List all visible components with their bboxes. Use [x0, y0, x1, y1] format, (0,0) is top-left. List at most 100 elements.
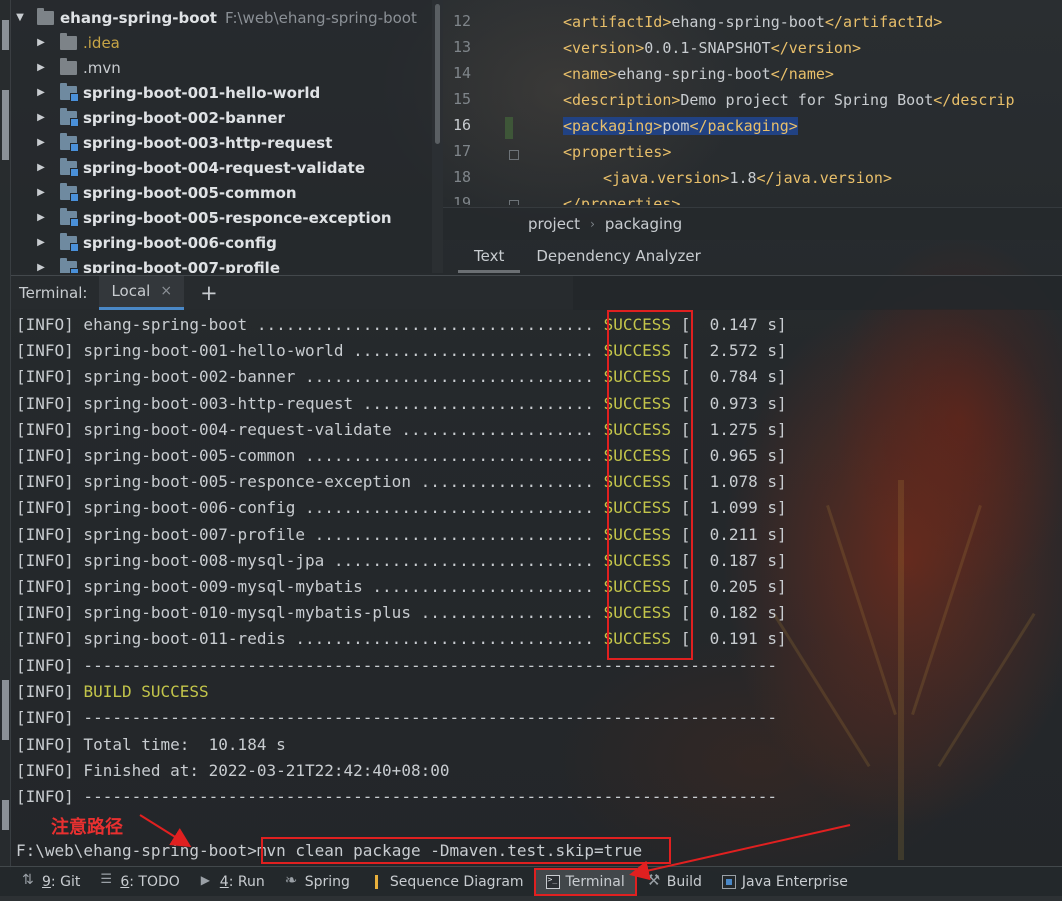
tree-item[interactable]: ▶ spring-boot-007-profile	[11, 255, 443, 273]
total-time-line: [INFO] Total time: 10.184 s	[16, 735, 286, 754]
tree-item-label: .mvn	[83, 58, 121, 77]
build-tool-button[interactable]: Build	[637, 867, 712, 897]
tree-item[interactable]: ▶ spring-boot-003-http-request	[11, 130, 443, 155]
success-highlight-box	[607, 310, 693, 660]
terminal-title: Terminal:	[19, 283, 88, 302]
code-line[interactable]: <java.version>1.8</java.version>	[603, 166, 892, 191]
expand-arrow-icon[interactable]: ▶	[36, 112, 46, 123]
java-enterprise-tool-button[interactable]: Java Enterprise	[712, 867, 858, 897]
status-bar	[0, 896, 1062, 901]
scrollbar-thumb[interactable]	[435, 4, 440, 144]
close-icon[interactable]: ×	[160, 275, 172, 307]
code-line-content: <description>Demo project for Spring Boo…	[563, 91, 1015, 109]
tree-item[interactable]: ▶ .idea	[11, 30, 443, 55]
folder-icon	[60, 57, 77, 75]
todo-icon	[100, 872, 114, 889]
tree-item-label: spring-boot-005-responce-exception	[83, 208, 392, 227]
xml-text: Demo project for Spring Boot	[680, 91, 934, 109]
code-line[interactable]: <description>Demo project for Spring Boo…	[563, 88, 1015, 113]
tree-item[interactable]: ▶ spring-boot-001-hello-world	[11, 80, 443, 105]
xml-tag: <name>	[563, 65, 618, 83]
fold-marker-icon[interactable]	[509, 200, 519, 205]
expand-arrow-icon[interactable]: ▶	[36, 162, 46, 173]
build-time: [ 0.973 s]	[680, 393, 787, 413]
todo-tool-button[interactable]: 6: TODO	[90, 867, 189, 897]
reactor-module: [INFO] spring-boot-006-config ..........…	[16, 498, 594, 518]
run-label: : Run	[228, 873, 265, 890]
project-tool-tab[interactable]	[2, 20, 9, 50]
code-line[interactable]: </properties>	[563, 192, 680, 205]
breadcrumb-item[interactable]: packaging	[605, 215, 682, 233]
tree-item-label: spring-boot-006-config	[83, 233, 277, 252]
tab-dependency-analyzer[interactable]: Dependency Analyzer	[520, 240, 716, 273]
left-tool-strip[interactable]	[0, 0, 11, 870]
xml-tag: <description>	[563, 91, 681, 109]
tree-item-label: spring-boot-003-http-request	[83, 133, 333, 152]
xml-tag: <version>	[563, 39, 645, 57]
run-key: 4	[219, 873, 229, 890]
todo-label: : TODO	[129, 873, 180, 890]
sequence-diagram-tool-button[interactable]: Sequence Diagram	[360, 867, 534, 897]
code-line[interactable]: <artifactId>ehang-spring-boot</artifactI…	[563, 10, 942, 35]
web-tool-tab[interactable]	[2, 800, 9, 830]
tree-item-label: spring-boot-002-banner	[83, 108, 285, 127]
todo-key: 6	[120, 873, 130, 890]
line-number: 19	[452, 194, 471, 205]
reactor-module: [INFO] spring-boot-005-responce-exceptio…	[16, 472, 594, 492]
spring-tool-button[interactable]: Spring	[275, 867, 360, 897]
tab-text[interactable]: Text	[458, 240, 521, 273]
fold-marker-icon[interactable]	[509, 150, 519, 160]
terminal-tool-button[interactable]: Terminal	[533, 867, 637, 896]
tree-item[interactable]: ▶ spring-boot-005-responce-exception	[11, 205, 443, 230]
divider-line: [INFO] ---------------------------------…	[16, 656, 777, 675]
expand-arrow-icon[interactable]: ▶	[36, 62, 46, 73]
git-tool-button[interactable]: 9: Git	[12, 867, 90, 897]
module-folder-icon	[60, 82, 79, 102]
build-time: [ 0.205 s]	[680, 577, 787, 596]
build-status: BUILD SUCCESS	[83, 682, 209, 701]
build-time: [ 0.187 s]	[680, 550, 787, 570]
code-line[interactable]: <packaging>pom</packaging>	[563, 114, 798, 139]
tree-root[interactable]: ▼ ehang-spring-boot F:\web\ehang-spring-…	[11, 5, 443, 30]
reactor-module: [INFO] spring-boot-002-banner ..........…	[16, 367, 594, 387]
expand-arrow-icon[interactable]: ▶	[36, 137, 46, 148]
add-tab-icon[interactable]: +	[200, 281, 218, 305]
expand-arrow-icon[interactable]: ▶	[36, 87, 46, 98]
terminal-output[interactable]: [INFO] ehang-spring-boot ...............…	[11, 310, 1062, 865]
tree-item-label: spring-boot-005-common	[83, 183, 297, 202]
build-prefix: [INFO]	[16, 682, 84, 701]
tree-item-label: spring-boot-004-request-validate	[83, 158, 365, 177]
tree-root-label: ehang-spring-boot	[60, 8, 217, 27]
code-line-content: <properties>	[563, 143, 671, 161]
expand-arrow-icon[interactable]: ▶	[36, 212, 46, 223]
code-line[interactable]: <name>ehang-spring-boot</name>	[563, 62, 834, 87]
reactor-module: [INFO] spring-boot-004-request-validate …	[16, 419, 594, 439]
editor-bottom-tabs: Text Dependency Analyzer	[443, 240, 1062, 273]
line-number: 16	[452, 116, 471, 134]
favorites-tool-tab[interactable]	[2, 680, 9, 740]
structure-tool-tab[interactable]	[2, 90, 9, 160]
code-editor[interactable]: 12 13 14 15 16 17 18 19 <artifactId>ehang-sprin…	[443, 0, 1062, 205]
expand-arrow-icon[interactable]: ▶	[36, 37, 46, 48]
reactor-module: [INFO] spring-boot-009-mysql-mybatis ...…	[16, 577, 594, 596]
project-tree-scrollbar[interactable]	[432, 0, 443, 273]
breadcrumb-item[interactable]: project	[528, 215, 580, 233]
xml-tag: </descrip	[933, 91, 1015, 109]
tree-item[interactable]: ▶ .mvn	[11, 55, 443, 80]
line-number: 18	[452, 168, 471, 186]
terminal-header-fill	[573, 276, 1062, 310]
tree-item[interactable]: ▶ spring-boot-005-common	[11, 180, 443, 205]
tab-local[interactable]: Local ×	[99, 275, 185, 310]
tree-item[interactable]: ▶ spring-boot-006-config	[11, 230, 443, 255]
code-line[interactable]: <version>0.0.1-SNAPSHOT</version>	[563, 36, 861, 61]
collapse-arrow-icon[interactable]: ▼	[15, 12, 25, 23]
tree-item[interactable]: ▶ spring-boot-002-banner	[11, 105, 443, 130]
expand-arrow-icon[interactable]: ▶	[36, 237, 46, 248]
tree-item[interactable]: ▶ spring-boot-004-request-validate	[11, 155, 443, 180]
code-line[interactable]: <properties>	[563, 140, 671, 165]
run-tool-button[interactable]: 4: Run	[190, 867, 275, 897]
expand-arrow-icon[interactable]: ▶	[36, 262, 46, 273]
expand-arrow-icon[interactable]: ▶	[36, 187, 46, 198]
xml-tag: </properties>	[563, 195, 681, 205]
change-marker	[505, 117, 513, 139]
